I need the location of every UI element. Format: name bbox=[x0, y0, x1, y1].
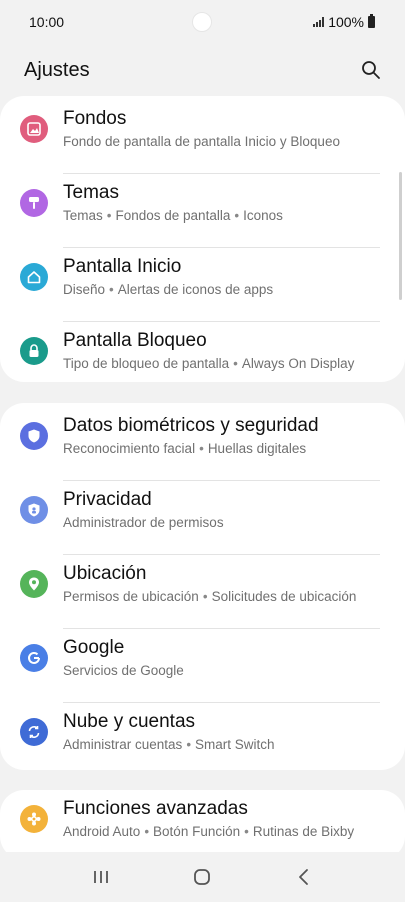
subtitle-part: Alertas de iconos de apps bbox=[117, 282, 274, 297]
subtitle-separator: • bbox=[233, 356, 238, 371]
settings-item-title: Google bbox=[63, 637, 125, 658]
scroll-indicator[interactable] bbox=[399, 172, 402, 300]
battery-level: 100% bbox=[328, 14, 364, 30]
settings-item-subtitle: Android Auto • Botón Función • Rutinas de Bi… bbox=[63, 824, 354, 839]
settings-group-personalization: Fondos Fondo de pantalla de pantalla Inic… bbox=[0, 96, 405, 382]
privacy-shield-icon bbox=[20, 496, 48, 524]
status-icons: 100% bbox=[313, 14, 375, 30]
settings-item-google[interactable]: Google Servicios de Google bbox=[0, 629, 405, 703]
settings-item-title: Ubicación bbox=[63, 563, 147, 584]
page-title: Ajustes bbox=[24, 58, 90, 81]
header: Ajustes bbox=[0, 44, 405, 96]
settings-item-title: Fondos bbox=[63, 108, 127, 129]
subtitle-part: Huellas digitales bbox=[207, 441, 307, 456]
settings-item-subtitle: Reconocimiento facial • Huellas digitales bbox=[63, 441, 306, 456]
settings-item-pantalla-inicio[interactable]: Pantalla Inicio Diseño • Alertas de iconos … bbox=[0, 248, 405, 322]
settings-item-title: Pantalla Bloqueo bbox=[63, 330, 207, 351]
subtitle-separator: • bbox=[186, 737, 192, 752]
subtitle-separator: • bbox=[244, 824, 249, 839]
home-button-icon[interactable] bbox=[182, 862, 222, 892]
subtitle-separator: • bbox=[144, 824, 150, 839]
back-icon[interactable] bbox=[284, 862, 324, 892]
shield-icon bbox=[20, 422, 48, 450]
battery-icon bbox=[368, 14, 375, 28]
settings-item-subtitle: Fondo de pantalla de pantalla Inicio y B… bbox=[63, 134, 340, 149]
settings-item-subtitle: Administrar cuentas • Smart Switch bbox=[63, 737, 275, 752]
subtitle-part: Fondo de pantalla de pantalla Inicio y B… bbox=[63, 134, 340, 149]
settings-item-subtitle: Administrador de permisos bbox=[63, 515, 224, 530]
subtitle-part: Administrar cuentas bbox=[63, 737, 183, 752]
settings-group-advanced: Funciones avanzadas Android Auto • Botón Fu… bbox=[0, 790, 405, 860]
image-icon bbox=[20, 115, 48, 143]
settings-item-subtitle: Permisos de ubicación • Solicitudes de ubi… bbox=[63, 589, 356, 604]
lock-icon bbox=[20, 337, 48, 365]
advanced-features-icon bbox=[20, 805, 48, 833]
settings-item-datos-biometricos-y-seguridad[interactable]: Datos biométricos y seguridad Reconocimie… bbox=[0, 407, 405, 481]
settings-group-security: Datos biométricos y seguridad Reconocimie… bbox=[0, 403, 405, 770]
settings-item-privacidad[interactable]: Privacidad Administrador de permisos bbox=[0, 481, 405, 555]
settings-item-fondos[interactable]: Fondos Fondo de pantalla de pantalla Inic… bbox=[0, 100, 405, 174]
settings-item-nube-y-cuentas[interactable]: Nube y cuentas Administrar cuentas • Smart … bbox=[0, 703, 405, 777]
settings-item-title: Nube y cuentas bbox=[63, 711, 196, 732]
subtitle-separator: • bbox=[199, 441, 204, 456]
recents-icon[interactable] bbox=[81, 862, 121, 892]
home-icon bbox=[20, 263, 48, 291]
status-time: 10:00 bbox=[29, 14, 65, 30]
settings-item-title: Privacidad bbox=[63, 489, 152, 510]
settings-item-ubicacion[interactable]: Ubicación Permisos de ubicación • Solicitud… bbox=[0, 555, 405, 629]
settings-item-subtitle: Servicios de Google bbox=[63, 663, 184, 678]
subtitle-separator: • bbox=[202, 589, 208, 604]
subtitle-part: Iconos bbox=[243, 208, 283, 223]
subtitle-part: Tipo de bloqueo de pantalla bbox=[63, 356, 230, 371]
subtitle-part: Permisos de ubicación bbox=[63, 589, 199, 604]
camera-cutout bbox=[192, 12, 212, 32]
settings-item-title: Funciones avanzadas bbox=[63, 798, 248, 819]
settings-item-title: Datos biométricos y seguridad bbox=[63, 415, 319, 436]
signal-icon bbox=[313, 17, 325, 27]
subtitle-part: Always On Display bbox=[241, 356, 355, 371]
settings-item-title: Temas bbox=[63, 182, 119, 203]
subtitle-part: Servicios de Google bbox=[63, 663, 184, 678]
location-pin-icon bbox=[20, 570, 48, 598]
subtitle-part: Administrador de permisos bbox=[63, 515, 224, 530]
settings-item-pantalla-bloqueo[interactable]: Pantalla Bloqueo Tipo de bloqueo de panta… bbox=[0, 322, 405, 396]
sync-icon bbox=[20, 718, 48, 746]
subtitle-part: Solicitudes de ubicación bbox=[211, 589, 357, 604]
subtitle-part: Android Auto bbox=[63, 824, 141, 839]
navigation-bar bbox=[0, 852, 405, 902]
settings-item-temas[interactable]: Temas Temas • Fondos de pantalla • Iconos bbox=[0, 174, 405, 248]
subtitle-part: Smart Switch bbox=[195, 737, 275, 752]
brush-icon bbox=[20, 189, 48, 217]
subtitle-separator: • bbox=[106, 208, 112, 223]
settings-item-title: Pantalla Inicio bbox=[63, 256, 182, 277]
settings-item-subtitle: Diseño • Alertas de iconos de apps bbox=[63, 282, 273, 297]
subtitle-separator: • bbox=[234, 208, 240, 223]
subtitle-part: Botón Función bbox=[153, 824, 241, 839]
subtitle-separator: • bbox=[109, 282, 114, 297]
subtitle-part: Fondos de pantalla bbox=[115, 208, 231, 223]
settings-item-subtitle: Tipo de bloqueo de pantalla • Always On Di… bbox=[63, 356, 354, 371]
subtitle-part: Diseño bbox=[63, 282, 106, 297]
subtitle-part: Temas bbox=[63, 208, 103, 223]
subtitle-part: Rutinas de Bixby bbox=[252, 824, 355, 839]
google-icon bbox=[20, 644, 48, 672]
search-icon[interactable] bbox=[359, 58, 383, 82]
subtitle-part: Reconocimiento facial bbox=[63, 441, 196, 456]
settings-item-subtitle: Temas • Fondos de pantalla • Iconos bbox=[63, 208, 283, 223]
